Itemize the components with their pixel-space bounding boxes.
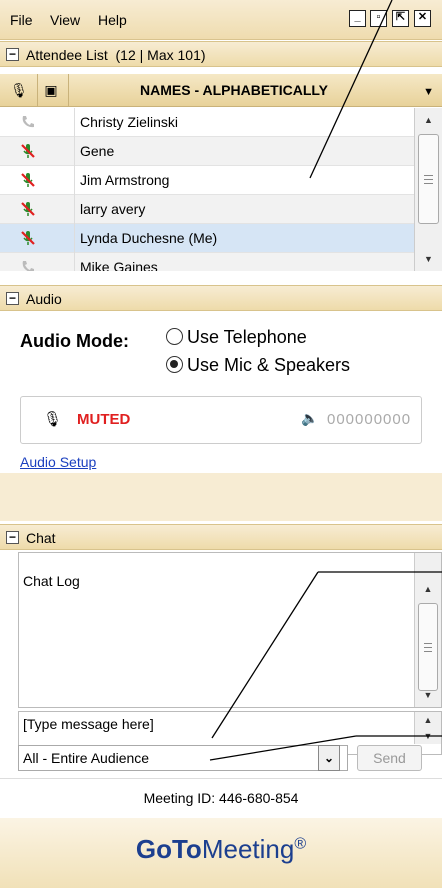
attendee-column-header: 🎙 ▣ NAMES - ALPHABETICALLY ▼	[0, 74, 442, 107]
scroll-up-icon[interactable]: ▲	[415, 712, 441, 728]
audio-section-header: − Audio	[0, 285, 442, 311]
audio-footer	[0, 473, 442, 521]
close-icon[interactable]: ✕	[414, 10, 431, 27]
attendee-title-label: Attendee List	[26, 47, 108, 63]
radio-mic-label: Use Mic & Speakers	[187, 355, 351, 375]
chevron-down-icon[interactable]: ⌄	[318, 745, 340, 771]
attendee-row[interactable]: Lynda Duchesne (Me)	[0, 224, 414, 253]
attendee-name: Mike Gaines	[80, 259, 158, 271]
restore-icon[interactable]: ▫	[370, 10, 387, 27]
attendee-title: Attendee List (12 | Max 101)	[26, 47, 206, 63]
attendee-section-header: − Attendee List (12 | Max 101)	[0, 41, 442, 67]
chat-log: Chat Log	[18, 552, 442, 708]
phone-icon[interactable]	[20, 114, 36, 130]
minimize-icon[interactable]: _	[349, 10, 366, 27]
recipient-select[interactable]: All - Entire Audience	[18, 745, 348, 771]
recipient-value: All - Entire Audience	[23, 750, 150, 766]
meeting-id: Meeting ID: 446-680-854	[0, 778, 442, 816]
chevron-down-icon[interactable]: ▼	[423, 86, 434, 98]
radio-mic-icon[interactable]	[166, 356, 183, 373]
attendee-row[interactable]: Gene	[0, 137, 414, 166]
radio-telephone[interactable]: Use Telephone	[166, 327, 307, 348]
attendee-count: (12 | Max 101)	[115, 47, 206, 63]
chat-log-scrollbar[interactable]: ▲ ▼	[414, 553, 441, 707]
speaker-icon: 🔈	[301, 410, 319, 426]
scroll-down-icon[interactable]: ▼	[415, 685, 441, 705]
audio-title: Audio	[26, 291, 62, 307]
attendee-row[interactable]: Christy Zielinski	[0, 108, 414, 137]
gotomeeting-logo: GoToMeeting®	[0, 818, 442, 888]
sort-header[interactable]: NAMES - ALPHABETICALLY	[74, 82, 394, 98]
camera-column-icon[interactable]: ▣	[42, 82, 60, 100]
chat-section-header: − Chat	[0, 524, 442, 550]
menu-bar: File View Help _ ▫ ⇱ ✕	[0, 0, 442, 40]
attendee-name: Gene	[80, 143, 115, 159]
scroll-thumb[interactable]	[418, 603, 438, 691]
scroll-down-icon[interactable]: ▼	[415, 249, 442, 269]
attendee-row[interactable]: Jim Armstrong	[0, 166, 414, 195]
chat-input-scrollbar[interactable]: ▲ ▼	[414, 712, 441, 744]
menu-file[interactable]: File	[10, 12, 33, 28]
mic-muted-icon[interactable]	[20, 201, 36, 217]
attendee-name: Christy Zielinski	[80, 114, 179, 130]
send-button[interactable]: Send	[357, 745, 422, 771]
scroll-up-icon[interactable]: ▲	[415, 110, 442, 130]
attendee-name: Jim Armstrong	[80, 172, 170, 188]
scroll-up-icon[interactable]: ▲	[415, 579, 441, 599]
mic-muted-icon[interactable]	[20, 172, 36, 188]
audio-status-box: 🎙 MUTED 🔈 000000000	[20, 396, 422, 444]
audio-level-meter: 000000000	[327, 411, 412, 428]
chat-title: Chat	[26, 530, 56, 546]
attendee-list: Christy Zielinski Gene Jim Armstrong larry …	[0, 108, 414, 271]
collapse-chat-icon[interactable]: −	[6, 531, 19, 544]
mic-column-icon[interactable]: 🎙	[10, 82, 28, 100]
menu-help[interactable]: Help	[98, 12, 127, 28]
chat-input-placeholder: [Type message here]	[23, 716, 154, 732]
radio-telephone-label: Use Telephone	[187, 327, 307, 347]
brand-text: GoToMeeting®	[135, 834, 307, 864]
audio-mode-label: Audio Mode:	[20, 331, 129, 351]
attendee-row[interactable]: larry avery	[0, 195, 414, 224]
collapse-audio-icon[interactable]: −	[6, 292, 19, 305]
radio-telephone-icon[interactable]	[166, 328, 183, 345]
collapse-attendee-icon[interactable]: −	[6, 48, 19, 61]
attendee-scrollbar[interactable]: ▲ ▼	[414, 108, 442, 271]
audio-setup-link[interactable]: Audio Setup	[20, 454, 96, 470]
attendee-row[interactable]: Mike Gaines	[0, 253, 414, 271]
mic-icon[interactable]: 🎙	[43, 410, 62, 428]
chat-log-label: Chat Log	[23, 573, 80, 589]
popout-icon[interactable]: ⇱	[392, 10, 409, 27]
phone-icon[interactable]	[20, 259, 36, 271]
scroll-thumb[interactable]	[418, 134, 439, 224]
menu-view[interactable]: View	[50, 12, 80, 28]
radio-mic-speakers[interactable]: Use Mic & Speakers	[166, 355, 350, 376]
attendee-name: Lynda Duchesne (Me)	[80, 230, 218, 246]
mic-muted-icon[interactable]	[20, 230, 36, 246]
attendee-name: larry avery	[80, 201, 146, 217]
scroll-down-icon[interactable]: ▼	[415, 728, 441, 744]
muted-status[interactable]: MUTED	[77, 411, 130, 428]
mic-muted-icon[interactable]	[20, 143, 36, 159]
